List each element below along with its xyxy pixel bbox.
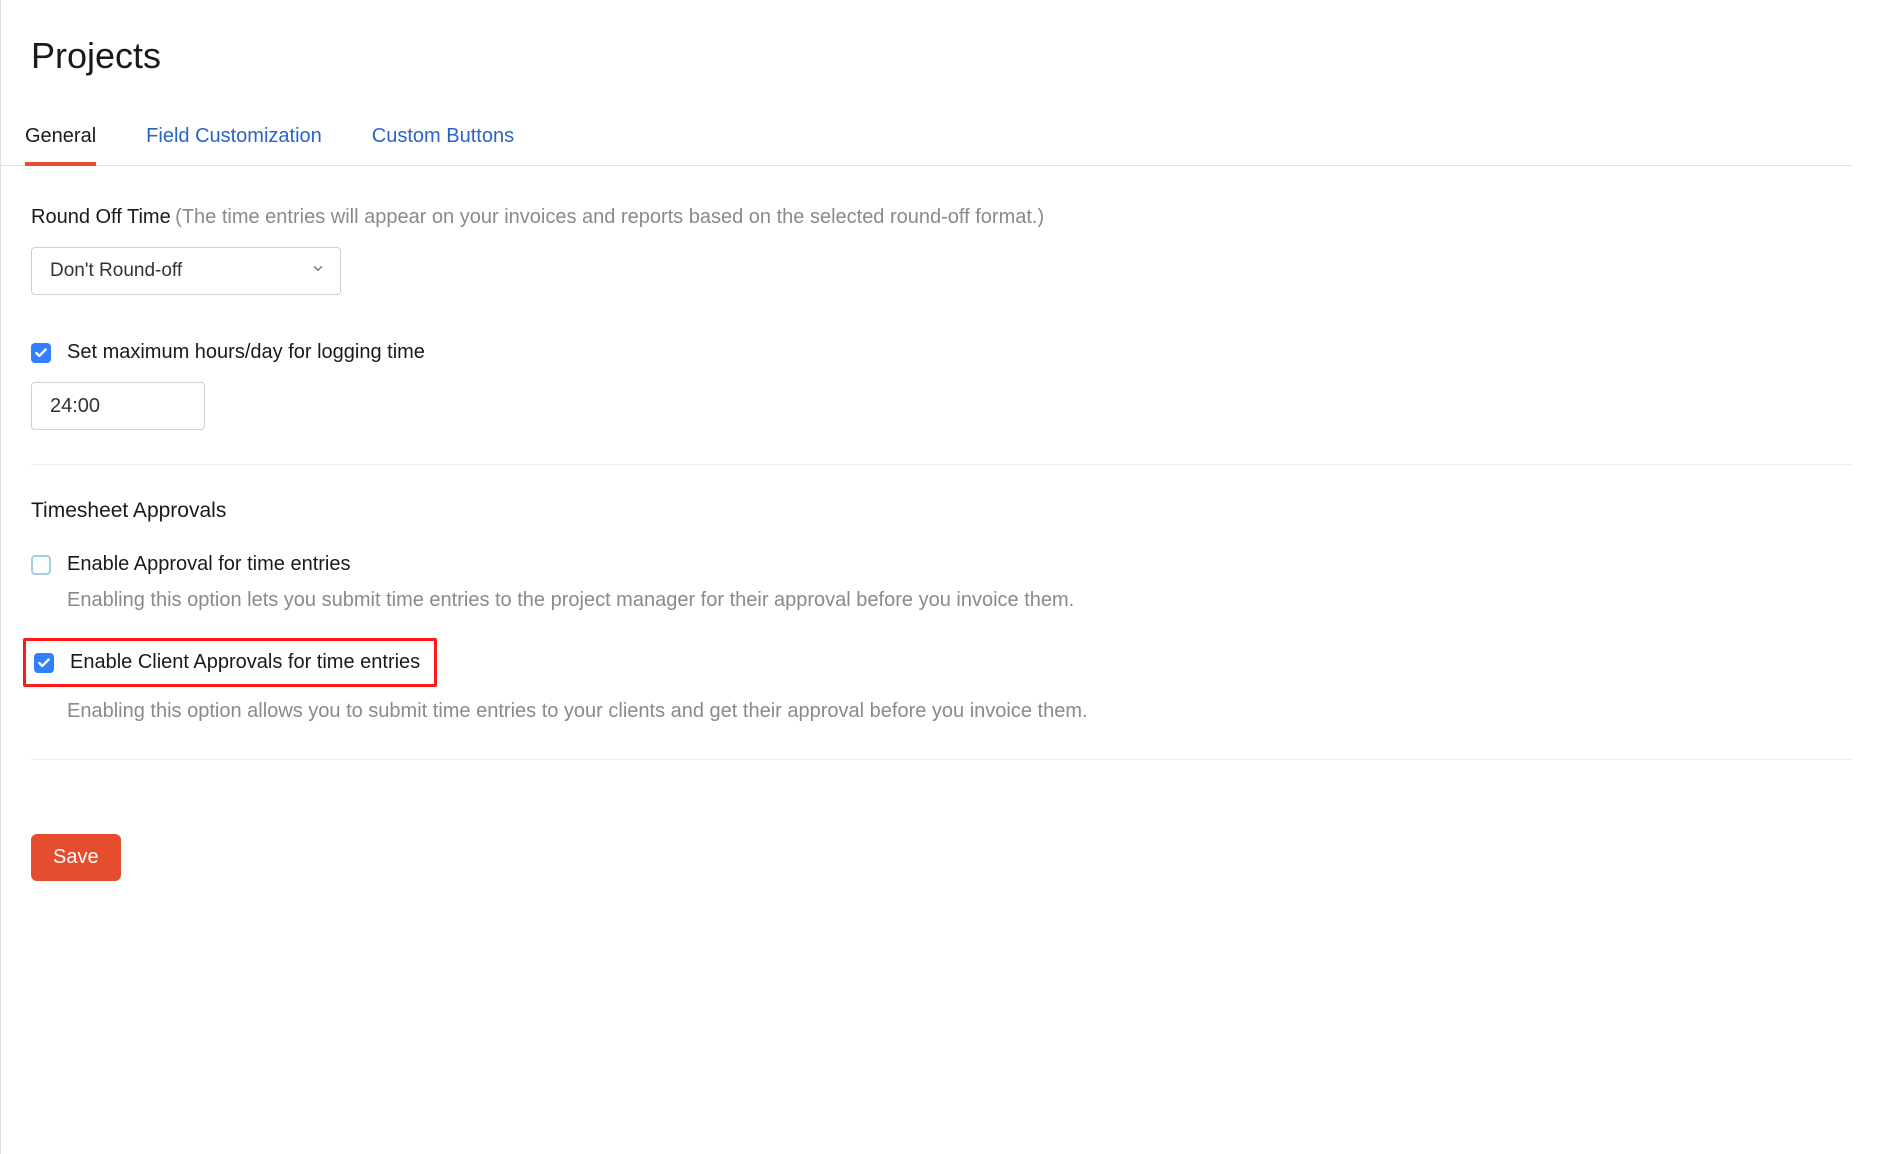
divider-2: [31, 759, 1852, 760]
enable-approval-label: Enable Approval for time entries: [67, 553, 351, 576]
tab-custom-buttons[interactable]: Custom Buttons: [372, 117, 514, 166]
round-off-selected-value: Don't Round-off: [50, 260, 182, 282]
round-off-label-text: Round Off Time: [31, 206, 171, 228]
enable-approval-desc: Enabling this option lets you submit tim…: [67, 586, 1852, 614]
save-button[interactable]: Save: [31, 834, 121, 881]
enable-client-approval-checkbox[interactable]: [34, 653, 54, 673]
enable-approval-checkbox[interactable]: [31, 555, 51, 575]
max-hours-label: Set maximum hours/day for logging time: [67, 341, 425, 364]
round-off-label: Round Off Time (The time entries will ap…: [31, 206, 1852, 229]
max-hours-input[interactable]: [31, 382, 205, 430]
round-off-hint: (The time entries will appear on your in…: [175, 206, 1044, 228]
tabs: General Field Customization Custom Butto…: [1, 117, 1852, 166]
divider: [31, 464, 1852, 465]
page-title: Projects: [31, 35, 1852, 77]
round-off-select[interactable]: Don't Round-off: [31, 247, 341, 295]
tab-general[interactable]: General: [25, 117, 96, 166]
timesheet-approvals-heading: Timesheet Approvals: [31, 499, 1852, 523]
client-approval-highlight: Enable Client Approvals for time entries: [23, 638, 437, 687]
enable-client-approval-label: Enable Client Approvals for time entries: [70, 651, 420, 674]
tab-field-customization[interactable]: Field Customization: [146, 117, 322, 166]
max-hours-checkbox[interactable]: [31, 343, 51, 363]
enable-client-approval-desc: Enabling this option allows you to submi…: [67, 697, 1852, 725]
